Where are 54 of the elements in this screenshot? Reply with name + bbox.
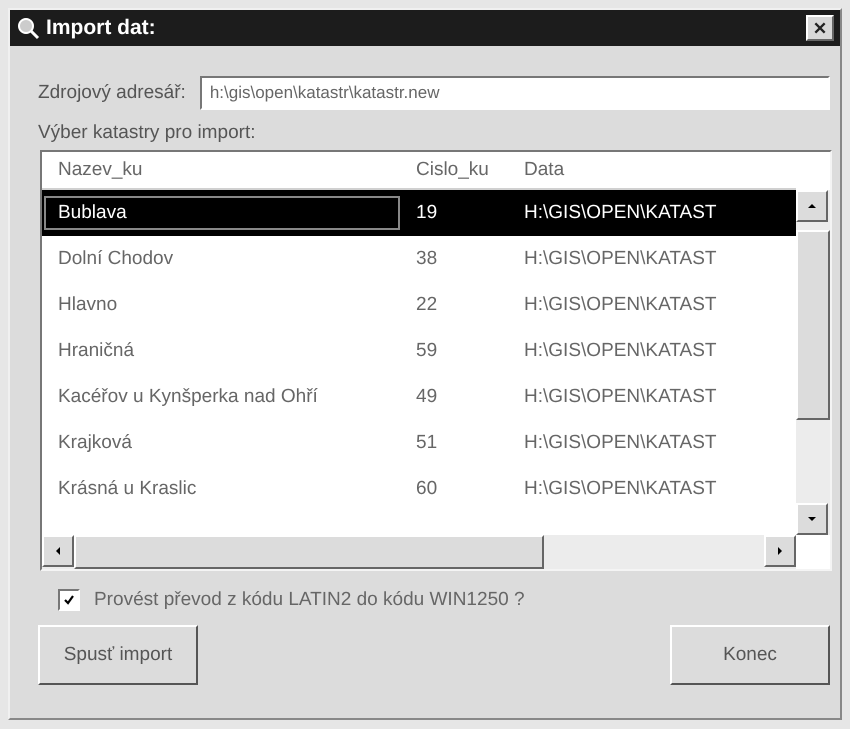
check-icon <box>63 594 75 606</box>
list-row[interactable]: Dolní Chodov 38 H:\GIS\OPEN\KATAST <box>42 236 796 282</box>
column-header[interactable]: Nazev_ku <box>42 159 402 181</box>
magnifier-icon <box>16 16 40 40</box>
vertical-scrollbar[interactable] <box>796 190 830 535</box>
field-label: Zdrojový adresář: <box>38 82 186 104</box>
table-cell-text: H:\GIS\OPEN\KATAST <box>524 202 718 224</box>
horizontal-scrollbar[interactable] <box>42 535 796 569</box>
table-cell-text: Krásná u Kraslic <box>57 478 198 500</box>
table-cell-text: Krajková <box>57 432 133 454</box>
list-label: Výber katastry pro import: <box>38 122 257 144</box>
checkbox[interactable] <box>58 589 80 611</box>
column-header[interactable]: Data <box>524 159 796 181</box>
list-row[interactable]: Krásná u Kraslic 60 H:\GIS\OPEN\KATAST <box>42 466 796 512</box>
close-icon <box>813 21 827 35</box>
source-folder-field[interactable]: h:\gis\open\katastr\katastr.new <box>200 76 830 110</box>
close-button[interactable] <box>806 15 834 41</box>
list-row[interactable]: Krajková 51 H:\GIS\OPEN\KATAST <box>42 420 796 466</box>
table-cell-text: Hraničná <box>57 340 136 362</box>
column-header[interactable]: Cislo_ku <box>402 159 524 181</box>
list-row[interactable]: Hraničná 59 H:\GIS\OPEN\KATAST <box>42 328 796 374</box>
table-cell-text: Hlavno <box>57 294 118 316</box>
right-arrow-icon <box>775 546 785 556</box>
table-cell-text: 22 <box>415 294 438 316</box>
scroll-right-button[interactable] <box>764 535 796 567</box>
scroll-down-button[interactable] <box>796 503 828 535</box>
scroll-left-button[interactable] <box>42 535 74 567</box>
list-row[interactable]: Kacéřov u Kynšperka nad Ohří 49 H:\GIS\OPEN\KATAST <box>42 374 796 420</box>
scroll-thumb[interactable] <box>74 535 544 569</box>
checkbox-label: Provést převod z kódu LATIN2 do kódu WIN1250 ? <box>94 589 525 611</box>
dialog-button[interactable]: Spusť import <box>38 625 198 685</box>
table-cell-text: 51 <box>415 432 438 454</box>
table-cell: Bublava <box>42 194 402 232</box>
table-cell-text: 59 <box>415 340 438 362</box>
dialog-button[interactable]: Konec <box>670 625 830 685</box>
table-cell-text: H:\GIS\OPEN\KATAST <box>524 386 718 408</box>
table-cell-text: 38 <box>415 248 438 270</box>
up-arrow-icon <box>807 201 817 211</box>
table-cell-text: H:\GIS\OPEN\KATAST <box>524 340 718 362</box>
table-cell-text: H:\GIS\OPEN\KATAST <box>524 294 718 316</box>
list-row[interactable]: Bublava 19 H:\GIS\OPEN\KATAST <box>42 190 796 236</box>
table-cell-text: H:\GIS\OPEN\KATAST <box>524 478 718 500</box>
down-arrow-icon <box>807 514 817 524</box>
table-cell-text: H:\GIS\OPEN\KATAST <box>524 248 718 270</box>
table-cell-text: 49 <box>415 386 438 408</box>
scroll-up-button[interactable] <box>796 190 828 222</box>
table-cell-text: H:\GIS\OPEN\KATAST <box>524 432 718 454</box>
window-title: Import dat: <box>46 16 157 40</box>
list-row[interactable]: Hlavno 22 H:\GIS\OPEN\KATAST <box>42 282 796 328</box>
table-cell-text: 60 <box>415 478 438 500</box>
scroll-thumb[interactable] <box>796 230 830 420</box>
table-cell-text: 19 <box>415 202 438 224</box>
table-cell-text: Kacéřov u Kynšperka nad Ohří <box>57 386 319 408</box>
table-cell-text: Dolní Chodov <box>57 248 174 270</box>
